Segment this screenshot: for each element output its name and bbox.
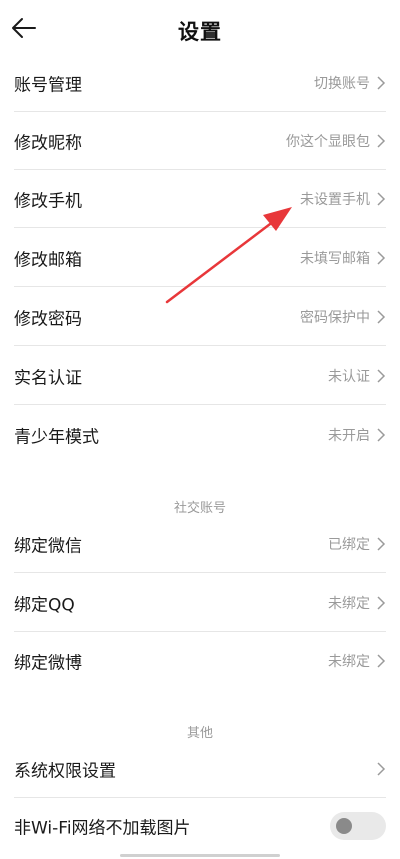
section-title-social: 社交账号	[173, 501, 226, 516]
row-bind-qq[interactable]: 绑定QQ 未绑定	[14, 574, 386, 632]
row-label: 修改邮箱	[14, 250, 82, 270]
page-title: 设置	[178, 20, 222, 44]
chevron-right-icon	[377, 133, 386, 148]
row-no-image-on-mobile: 非Wi-Fi网络不加载图片	[14, 797, 386, 855]
row-label: 账号管理	[14, 75, 82, 95]
chevron-right-icon	[377, 536, 386, 551]
row-value: 密码保护中	[300, 309, 370, 326]
row-real-name-verification[interactable]: 实名认证 未认证	[14, 347, 386, 405]
row-label: 系统权限设置	[14, 761, 116, 781]
chevron-right-icon	[377, 191, 386, 206]
row-value: 未认证	[328, 368, 370, 385]
no-image-toggle[interactable]	[330, 812, 386, 840]
row-value: 未填写邮箱	[300, 250, 370, 267]
chevron-right-icon	[377, 309, 386, 324]
row-label: 修改手机	[14, 191, 82, 211]
row-label: 绑定QQ	[14, 595, 75, 615]
row-value: 你这个显眼包	[286, 133, 370, 150]
chevron-right-icon	[377, 368, 386, 383]
row-edit-email[interactable]: 修改邮箱 未填写邮箱	[14, 229, 386, 287]
chevron-right-icon	[377, 75, 386, 90]
row-value: 未绑定	[328, 654, 370, 670]
row-bind-wechat[interactable]: 绑定微信 已绑定	[14, 515, 386, 573]
toggle-knob	[336, 818, 352, 834]
row-label: 实名认证	[14, 368, 82, 388]
row-edit-phone[interactable]: 修改手机 未设置手机	[14, 170, 386, 228]
row-value: 未设置手机	[300, 191, 370, 208]
chevron-right-icon	[377, 595, 386, 610]
row-value: 已绑定	[328, 536, 370, 553]
chevron-right-icon	[377, 654, 386, 668]
chevron-right-icon	[377, 250, 386, 265]
row-edit-nickname[interactable]: 修改昵称 你这个显眼包	[14, 112, 386, 170]
chevron-right-icon	[377, 428, 386, 442]
row-value: 切换账号	[314, 75, 370, 92]
row-label: 绑定微博	[14, 653, 82, 674]
row-label: 修改昵称	[14, 133, 82, 153]
home-indicator	[120, 854, 280, 857]
header: 设置	[0, 0, 400, 58]
row-label: 修改密码	[14, 309, 82, 329]
row-value: 未绑定	[328, 595, 370, 612]
row-system-permissions[interactable]: 系统权限设置	[14, 740, 386, 798]
section-title-other: 其他	[186, 726, 213, 741]
row-label: 非Wi-Fi网络不加载图片	[14, 818, 191, 839]
row-edit-password[interactable]: 修改密码 密码保护中	[14, 288, 386, 346]
row-account-management[interactable]: 账号管理 切换账号	[14, 54, 386, 112]
row-label: 青少年模式	[14, 427, 99, 448]
row-teen-mode[interactable]: 青少年模式 未开启	[14, 406, 386, 464]
row-label: 绑定微信	[14, 536, 82, 556]
row-bind-weibo[interactable]: 绑定微博 未绑定	[14, 632, 386, 690]
chevron-right-icon	[377, 761, 386, 776]
row-value: 未开启	[328, 428, 370, 444]
